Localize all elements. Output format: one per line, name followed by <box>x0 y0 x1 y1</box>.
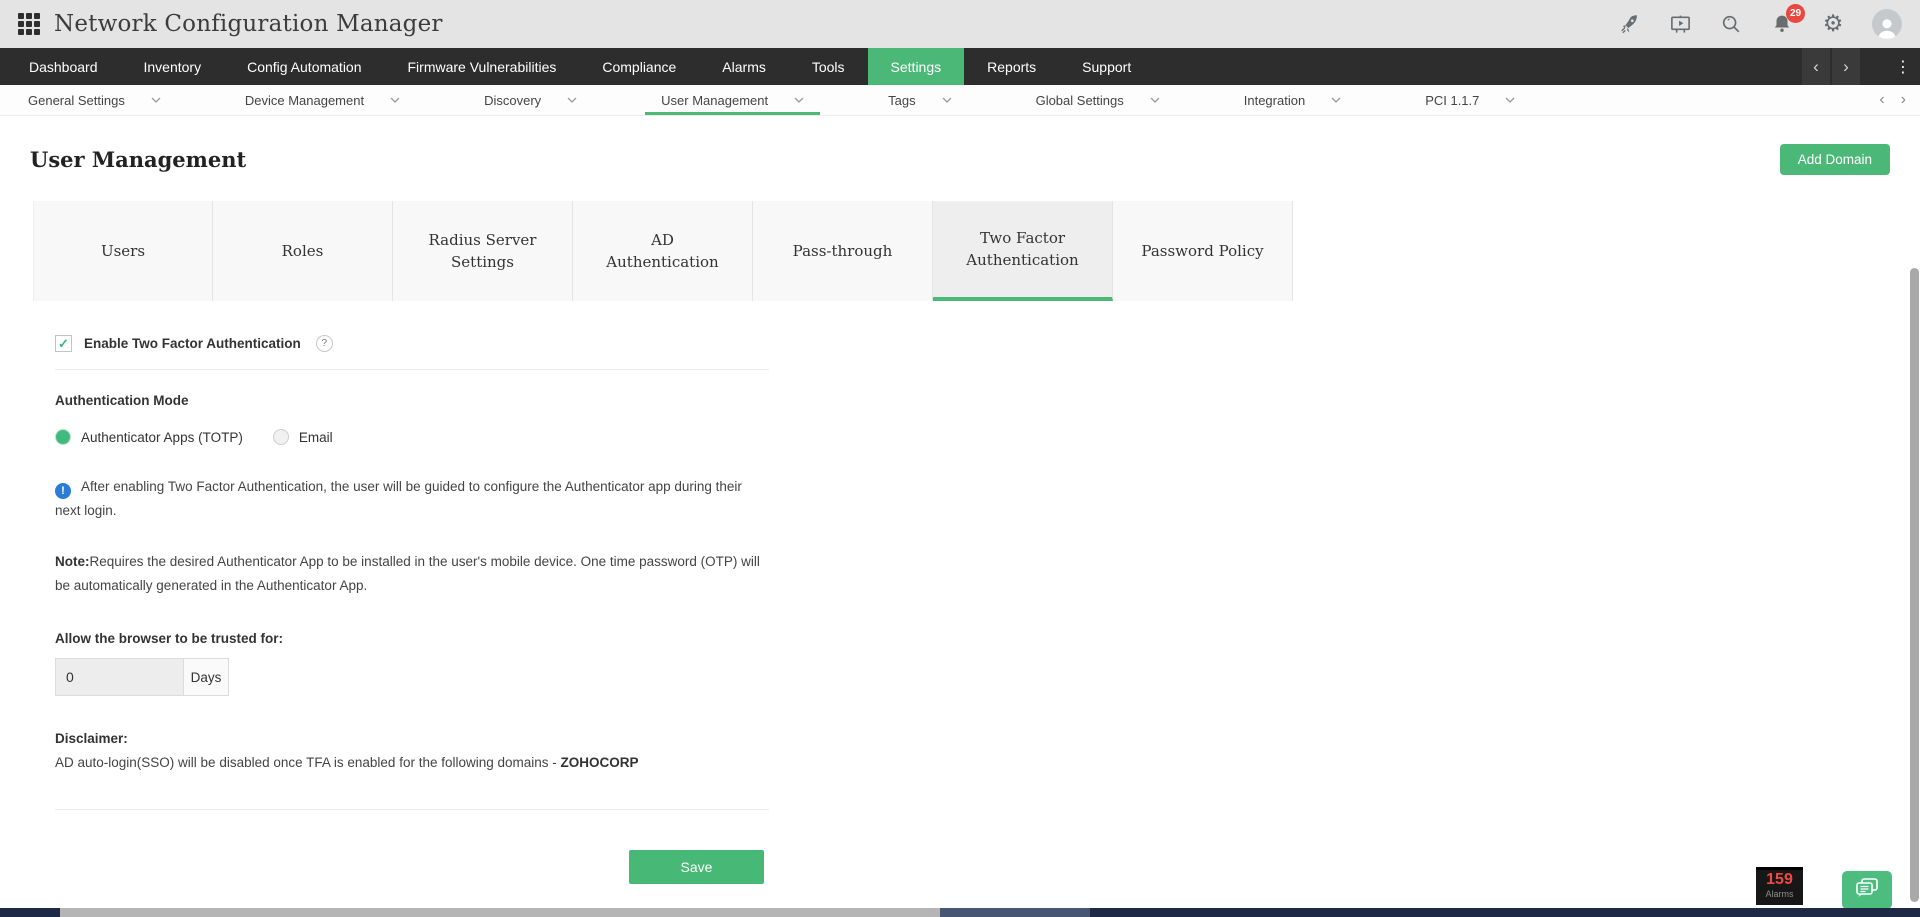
info-icon: ! <box>55 483 71 499</box>
chevron-down-icon <box>151 97 161 103</box>
alarms-widget[interactable]: 159 Alarms <box>1756 867 1803 905</box>
subnav-item-device-management[interactable]: Device Management <box>229 85 416 115</box>
tab-password-policy[interactable]: Password Policy <box>1113 201 1293 301</box>
chevron-down-icon <box>794 97 804 103</box>
rocket-icon[interactable] <box>1617 12 1641 36</box>
presentation-icon[interactable] <box>1668 12 1692 36</box>
enable-tfa-label: Enable Two Factor Authentication <box>84 336 301 351</box>
chevron-down-icon <box>1505 97 1515 103</box>
more-vertical-icon[interactable]: ⋮ <box>1886 57 1920 76</box>
disclaimer: Disclaimer: AD auto-login(SSO) will be d… <box>55 727 769 775</box>
nav-item-tools[interactable]: Tools <box>789 48 868 85</box>
horizontal-scrollbar[interactable] <box>60 908 940 917</box>
subnav-item-integration[interactable]: Integration <box>1228 85 1357 115</box>
radio-authenticator-apps[interactable] <box>55 429 71 445</box>
save-button[interactable]: Save <box>629 850 764 884</box>
page-title: User Management <box>30 147 247 172</box>
subnav-item-pci[interactable]: PCI 1.1.7 <box>1409 85 1531 115</box>
subnav-scroll-left-icon[interactable]: ‹ <box>1879 91 1884 109</box>
divider <box>55 809 769 810</box>
chat-button[interactable] <box>1842 871 1892 909</box>
chevron-down-icon <box>1150 97 1160 103</box>
subnav-item-global-settings[interactable]: Global Settings <box>1020 85 1176 115</box>
disclaimer-domain: ZOHOCORP <box>560 755 639 770</box>
subnav-item-user-management[interactable]: User Management <box>645 85 821 115</box>
subnav-item-general-settings[interactable]: General Settings <box>12 85 177 115</box>
main-nav: Dashboard Inventory Config Automation Fi… <box>0 48 1920 85</box>
notification-badge: 29 <box>1786 4 1805 23</box>
nav-scroll-right-icon[interactable]: › <box>1832 48 1860 85</box>
bell-icon[interactable]: 29 <box>1770 4 1805 36</box>
app-title: Network Configuration Manager <box>54 11 443 37</box>
subnav-item-discovery[interactable]: Discovery <box>468 85 593 115</box>
nav-item-settings[interactable]: Settings <box>867 48 965 85</box>
nav-item-compliance[interactable]: Compliance <box>579 48 699 85</box>
divider <box>55 369 769 370</box>
nav-item-reports[interactable]: Reports <box>964 48 1059 85</box>
alarms-label: Alarms <box>1765 889 1794 899</box>
user-management-tabs: Users Roles Radius Server Settings AD Au… <box>33 201 1293 301</box>
tab-two-factor-authentication[interactable]: Two Factor Authentication <box>933 201 1113 301</box>
search-icon[interactable] <box>1719 12 1743 36</box>
radio-email-label: Email <box>298 429 333 445</box>
nav-item-inventory[interactable]: Inventory <box>121 48 225 85</box>
tab-ad-authentication[interactable]: AD Authentication <box>573 201 753 301</box>
help-icon[interactable]: ? <box>315 335 333 352</box>
alarms-count: 159 <box>1766 871 1793 888</box>
checkmark-icon: ✓ <box>58 335 69 351</box>
auth-mode-label: Authentication Mode <box>55 393 189 408</box>
apps-grid-icon[interactable] <box>18 13 40 35</box>
trusted-days-unit: Days <box>183 658 229 696</box>
subnav-item-tags[interactable]: Tags <box>872 85 967 115</box>
info-message: ! After enabling Two Factor Authenticatio… <box>55 479 742 518</box>
chevron-down-icon <box>942 97 952 103</box>
chat-icon <box>1853 876 1881 905</box>
two-factor-panel: ✓ Enable Two Factor Authentication ? Aut… <box>55 335 769 884</box>
nav-item-config-automation[interactable]: Config Automation <box>224 48 384 85</box>
radio-authenticator-apps-label: Authenticator Apps (TOTP) <box>81 429 243 445</box>
vertical-scrollbar[interactable] <box>1910 268 1919 902</box>
chevron-down-icon <box>1331 97 1341 103</box>
nav-item-support[interactable]: Support <box>1059 48 1154 85</box>
top-bar: Network Configuration Manager 29 ⚙ <box>0 0 1920 48</box>
trusted-browser-label: Allow the browser to be trusted for: <box>55 631 284 646</box>
gear-icon[interactable]: ⚙ <box>1821 12 1845 36</box>
chevron-down-icon <box>567 97 577 103</box>
tab-roles[interactable]: Roles <box>213 201 393 301</box>
radio-email[interactable] <box>272 429 289 445</box>
enable-tfa-checkbox[interactable]: ✓ <box>55 335 72 352</box>
note-message: Note:Requires the desired Authenticator … <box>55 554 760 593</box>
tab-pass-through[interactable]: Pass-through <box>753 201 933 301</box>
chevron-down-icon <box>390 97 400 103</box>
trusted-days-input[interactable] <box>55 658 183 696</box>
settings-subnav: General Settings Device Management Disco… <box>0 85 1920 116</box>
disclaimer-label: Disclaimer: <box>55 731 128 746</box>
user-avatar[interactable] <box>1872 9 1902 39</box>
nav-item-dashboard[interactable]: Dashboard <box>6 48 121 85</box>
bottom-bar <box>0 908 1920 917</box>
nav-item-alarms[interactable]: Alarms <box>699 48 789 85</box>
subnav-scroll-right-icon[interactable]: › <box>1901 91 1906 109</box>
tab-radius-server-settings[interactable]: Radius Server Settings <box>393 201 573 301</box>
add-domain-button[interactable]: Add Domain <box>1779 144 1890 175</box>
nav-scroll-left-icon[interactable]: ‹ <box>1802 48 1830 85</box>
nav-item-firmware-vulnerabilities[interactable]: Firmware Vulnerabilities <box>385 48 580 85</box>
tab-users[interactable]: Users <box>33 201 213 301</box>
bottom-bar-segment <box>940 908 1090 917</box>
